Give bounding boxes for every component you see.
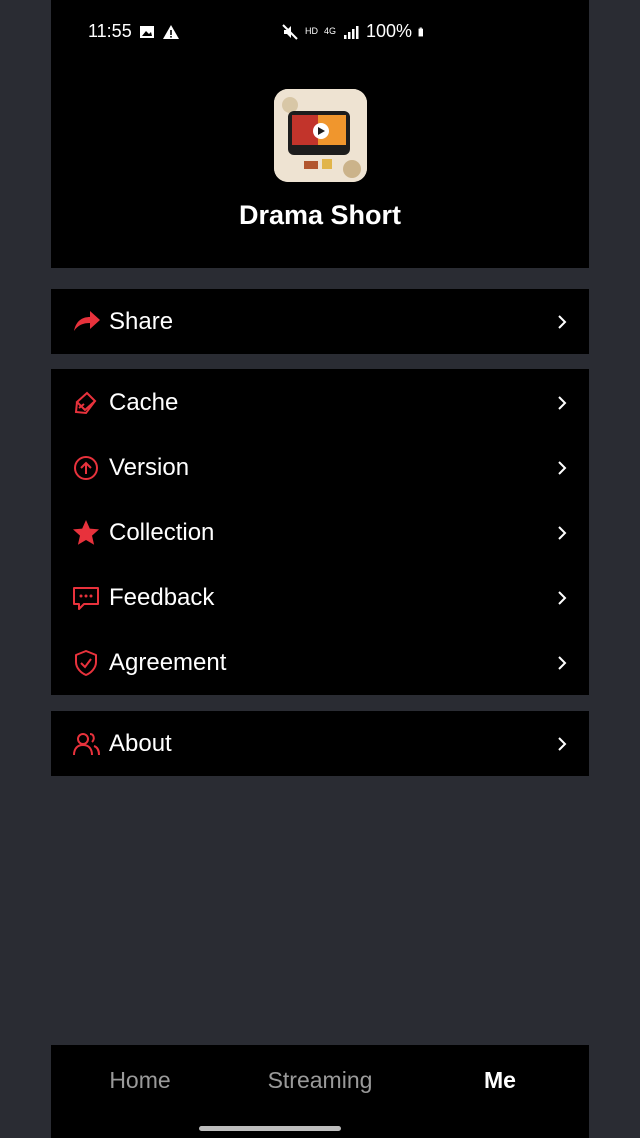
app-logo (274, 89, 367, 182)
menu-row-share[interactable]: Share (51, 289, 589, 354)
app-name: Drama Short (238, 200, 402, 230)
chevron-right-icon (558, 314, 567, 329)
users-icon (73, 732, 100, 755)
menu-label-feedback: Feedback (109, 583, 215, 611)
star-icon (73, 519, 99, 545)
menu-label-about: About (109, 729, 172, 757)
menu-row-cache[interactable]: Cache (51, 370, 589, 435)
menu-row-collection[interactable]: Collection (51, 500, 589, 565)
feedback-icon (73, 586, 99, 610)
hd-icon: HD (305, 26, 318, 36)
settings-card: Cache Version Collection Feedback Agreem… (51, 369, 589, 695)
app-frame: 11:55 HD 4G 100% Drama Short Share Cache… (51, 0, 589, 1138)
bottom-nav: Home Streaming Me (51, 1045, 589, 1138)
home-indicator (199, 1126, 341, 1131)
tab-me[interactable]: Me (430, 1067, 570, 1094)
chevron-right-icon (558, 736, 567, 751)
menu-label-agreement: Agreement (109, 648, 227, 676)
tab-home[interactable]: Home (70, 1067, 210, 1094)
mute-icon (282, 23, 298, 40)
version-up-icon (74, 455, 98, 480)
status-bar: 11:55 HD 4G 100% (51, 18, 589, 48)
chevron-right-icon (558, 525, 567, 540)
chevron-right-icon (558, 590, 567, 605)
share-card: Share (51, 289, 589, 354)
status-right: HD 4G 100% (281, 21, 428, 42)
cache-icon (74, 391, 97, 414)
status-time: 11:55 (88, 21, 132, 41)
network-type: 4G (324, 26, 337, 36)
shield-icon (75, 649, 97, 676)
menu-label-version: Version (109, 453, 190, 481)
battery-icon (418, 27, 424, 36)
gallery-icon (139, 25, 154, 38)
menu-row-agreement[interactable]: Agreement (51, 630, 589, 695)
signal-icon (344, 25, 359, 39)
chevron-right-icon (558, 460, 567, 475)
chevron-right-icon (558, 395, 567, 410)
share-icon (74, 310, 100, 331)
app-logo-image (274, 89, 367, 182)
tab-streaming[interactable]: Streaming (250, 1067, 390, 1094)
menu-label-collection: Collection (109, 518, 215, 546)
status-left: 11:55 (88, 21, 180, 42)
about-card: About (51, 711, 589, 776)
menu-label-cache: Cache (109, 388, 179, 416)
menu-row-about[interactable]: About (51, 711, 589, 776)
warning-icon (162, 24, 179, 39)
menu-row-version[interactable]: Version (51, 435, 589, 500)
profile-header: 11:55 HD 4G 100% Drama Short (51, 0, 589, 268)
menu-label-share: Share (109, 307, 174, 335)
battery-percent: 100% (366, 21, 413, 41)
chevron-right-icon (558, 655, 567, 670)
menu-row-feedback[interactable]: Feedback (51, 565, 589, 630)
